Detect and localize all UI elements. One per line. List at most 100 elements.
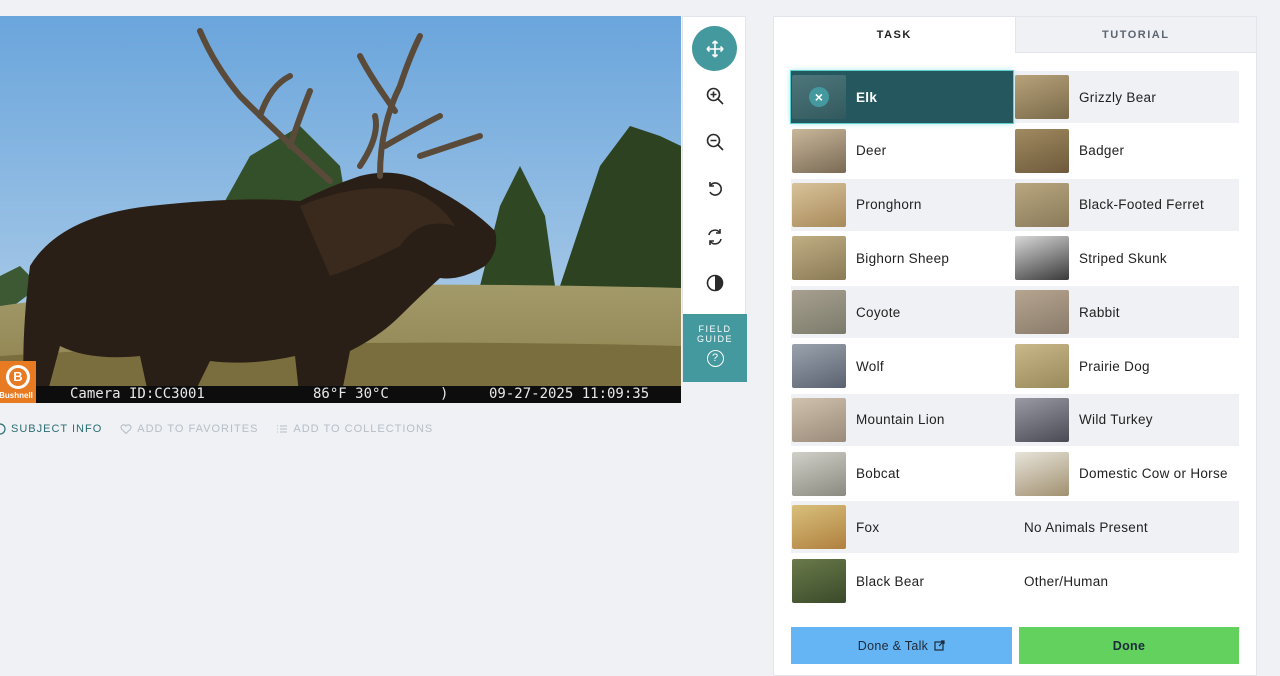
choice-black-bear[interactable]: Black Bear <box>791 555 1013 607</box>
camera-temperature: 86°F 30°C <box>313 386 389 402</box>
choice-row: Mountain Lion Wild Turkey <box>791 393 1239 446</box>
choice-bobcat[interactable]: Bobcat <box>791 448 1013 500</box>
choice-fox[interactable]: Fox <box>791 501 1013 553</box>
moon-phase-icon: ) <box>440 386 449 402</box>
subject-info-label: SUBJECT INFO <box>11 423 103 435</box>
rotate-button[interactable] <box>692 166 737 211</box>
choice-bighorn-sheep[interactable]: Bighorn Sheep <box>791 232 1013 284</box>
tab-task[interactable]: TASK <box>774 17 1015 53</box>
choice-label: Bighorn Sheep <box>856 250 950 266</box>
choice-no-animals-present[interactable]: No Animals Present <box>1014 501 1239 553</box>
camera-info-strip: Camera ID:CC3001 86°F 30°C ) 09-27-2025 … <box>0 386 681 403</box>
choice-striped-skunk[interactable]: Striped Skunk <box>1014 232 1239 284</box>
add-to-favorites-link[interactable]: ADD TO FAVORITES <box>120 423 258 435</box>
camera-id: Camera ID:CC3001 <box>70 386 205 402</box>
external-link-icon <box>934 640 945 651</box>
choice-row: Bighorn Sheep Striped Skunk <box>791 232 1239 284</box>
image-toolbar: FIELD GUIDE ? <box>682 16 747 382</box>
field-guide-button[interactable]: FIELD GUIDE ? <box>683 314 747 382</box>
choice-thumbnail <box>1015 236 1069 281</box>
choice-deer[interactable]: Deer <box>791 125 1013 177</box>
choice-thumbnail <box>1015 344 1069 388</box>
choice-label: Other/Human <box>1024 573 1109 589</box>
list-icon <box>277 425 288 433</box>
add-to-collections-link[interactable]: ADD TO COLLECTIONS <box>276 423 433 435</box>
rotate-icon <box>708 181 722 196</box>
choice-label: Bobcat <box>856 466 900 482</box>
choice-rabbit[interactable]: Rabbit <box>1014 286 1239 338</box>
choice-row: Bobcat Domestic Cow or Horse <box>791 448 1239 500</box>
choice-label: Badger <box>1079 143 1125 159</box>
choice-label: Wolf <box>856 358 884 374</box>
choice-black-footed-ferret[interactable]: Black-Footed Ferret <box>1014 179 1239 231</box>
subject-image-viewer[interactable] <box>0 16 681 402</box>
choice-label: Domestic Cow or Horse <box>1079 466 1228 482</box>
move-button[interactable] <box>692 26 737 71</box>
choice-label: Coyote <box>856 304 901 320</box>
reset-icon <box>707 228 722 245</box>
choice-label: Wild Turkey <box>1079 412 1153 428</box>
choice-thumbnail <box>792 344 846 388</box>
choice-pronghorn[interactable]: Pronghorn <box>791 179 1013 231</box>
choice-domestic-cow-or-horse[interactable]: Domestic Cow or Horse <box>1014 448 1239 500</box>
field-guide-label: FIELD <box>698 324 732 334</box>
choice-thumbnail <box>1015 290 1069 335</box>
subject-meta-bar: SUBJECT INFO ADD TO FAVORITES ADD TO COL… <box>0 421 451 437</box>
choice-row: Pronghorn Black-Footed Ferret <box>791 178 1239 231</box>
choice-thumbnail <box>1015 128 1069 173</box>
choice-label: Black-Footed Ferret <box>1079 197 1204 213</box>
choice-label: Mountain Lion <box>856 412 945 428</box>
choice-row: Wolf Prairie Dog <box>791 340 1239 392</box>
zoom-out-icon <box>706 133 724 151</box>
field-guide-label-2: GUIDE <box>696 334 733 344</box>
choice-label: Striped Skunk <box>1079 250 1167 266</box>
info-icon <box>0 423 6 435</box>
choice-wild-turkey[interactable]: Wild Turkey <box>1014 394 1239 446</box>
subject-info-link[interactable]: SUBJECT INFO <box>0 423 102 435</box>
choice-thumbnail <box>792 290 846 335</box>
choice-label: Rabbit <box>1079 304 1120 320</box>
choice-label: Elk <box>856 89 878 105</box>
choice-row: Coyote Rabbit <box>791 286 1239 339</box>
choice-thumbnail <box>792 182 846 227</box>
move-icon <box>705 39 724 58</box>
choice-wolf[interactable]: Wolf <box>791 340 1013 392</box>
choice-thumbnail <box>792 128 846 173</box>
panel-tabs: TASK TUTORIAL <box>774 17 1256 53</box>
choice-label: Fox <box>856 519 880 535</box>
task-actions: Done & Talk Done <box>791 627 1239 664</box>
task-panel: TASK TUTORIAL × Elk Grizzly Bear Deer Badger… <box>773 16 1257 676</box>
choice-badger[interactable]: Badger <box>1014 125 1239 177</box>
choice-grizzly-bear[interactable]: Grizzly Bear <box>1014 71 1239 123</box>
tab-tutorial[interactable]: TUTORIAL <box>1014 17 1256 53</box>
invert-button[interactable] <box>692 260 737 305</box>
zoom-out-button[interactable] <box>692 119 737 164</box>
choice-label: Pronghorn <box>856 197 922 213</box>
choice-coyote[interactable]: Coyote <box>791 286 1013 338</box>
reset-button[interactable] <box>692 214 737 259</box>
choice-thumbnail <box>1015 182 1069 227</box>
choice-elk[interactable]: × Elk <box>791 71 1013 123</box>
done-and-talk-button[interactable]: Done & Talk <box>791 627 1012 664</box>
choice-thumbnail <box>792 559 846 604</box>
invert-icon <box>706 274 723 291</box>
add-to-collections-label: ADD TO COLLECTIONS <box>293 423 434 435</box>
choice-thumbnail <box>792 505 846 550</box>
done-button[interactable]: Done <box>1019 627 1239 664</box>
zoom-in-icon <box>706 87 724 105</box>
choice-label: Black Bear <box>856 573 925 589</box>
choice-mountain-lion[interactable]: Mountain Lion <box>791 394 1013 446</box>
choice-label: Deer <box>856 143 887 159</box>
choice-label: Grizzly Bear <box>1079 89 1157 105</box>
choice-row: Fox No Animals Present <box>791 501 1239 554</box>
choice-thumbnail <box>792 397 846 442</box>
zoom-in-button[interactable] <box>692 73 737 118</box>
choice-other-human[interactable]: Other/Human <box>1014 555 1239 607</box>
heart-icon <box>120 424 132 435</box>
done-and-talk-label: Done & Talk <box>857 638 929 653</box>
choice-label: Prairie Dog <box>1079 358 1150 374</box>
choice-label: No Animals Present <box>1024 519 1148 535</box>
deselect-icon[interactable]: × <box>809 87 829 107</box>
choice-prairie-dog[interactable]: Prairie Dog <box>1014 340 1239 392</box>
camera-brand-logo: B Bushnell <box>0 361 36 403</box>
